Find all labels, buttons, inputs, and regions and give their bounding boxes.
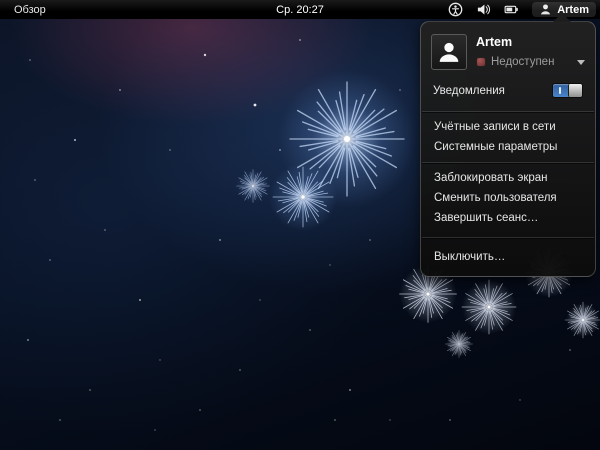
firework-small xyxy=(237,170,270,203)
status-busy-icon xyxy=(476,57,486,67)
user-name: Artem xyxy=(476,35,585,49)
menu-item-switch-user[interactable]: Сменить пользователя xyxy=(421,188,595,208)
user-menu-popup: Artem Недоступен Уведомления Учётные зап… xyxy=(420,21,596,277)
separator xyxy=(422,162,594,163)
notifications-label: Уведомления xyxy=(433,85,505,97)
status-label: Недоступен xyxy=(491,56,554,68)
volume-icon[interactable] xyxy=(476,2,491,17)
chevron-down-icon xyxy=(577,60,585,65)
notifications-toggle[interactable] xyxy=(552,83,583,98)
user-avatar-icon xyxy=(437,40,461,64)
menu-item-lock-screen[interactable]: Заблокировать экран xyxy=(421,168,595,188)
user-details: Artem Недоступен xyxy=(476,34,585,70)
toggle-knob xyxy=(568,84,582,97)
accessibility-icon[interactable] xyxy=(448,2,463,17)
clock[interactable]: Ср. 20:27 xyxy=(276,4,324,16)
separator xyxy=(422,111,594,112)
avatar[interactable] xyxy=(431,34,467,70)
notifications-row: Уведомления xyxy=(421,77,595,106)
menu-item-system-settings[interactable]: Системные параметры xyxy=(421,137,595,157)
status-selector[interactable]: Недоступен xyxy=(476,56,585,68)
battery-icon[interactable] xyxy=(504,2,519,17)
menu-item-log-out[interactable]: Завершить сеанс… xyxy=(421,208,595,228)
separator xyxy=(422,237,594,238)
user-info-row: Artem Недоступен xyxy=(421,29,595,77)
menu-item-online-accounts[interactable]: Учётные записи в сети xyxy=(421,117,595,137)
top-bar: Обзор Ср. 20:27 xyxy=(0,0,600,19)
activities-button[interactable]: Обзор xyxy=(8,3,52,17)
user-icon xyxy=(539,3,552,16)
desktop: Обзор Ср. 20:27 xyxy=(0,0,600,450)
firework-medium xyxy=(269,163,337,231)
toggle-on-mark xyxy=(559,87,561,94)
menu-item-power-off[interactable]: Выключить… xyxy=(421,247,595,267)
